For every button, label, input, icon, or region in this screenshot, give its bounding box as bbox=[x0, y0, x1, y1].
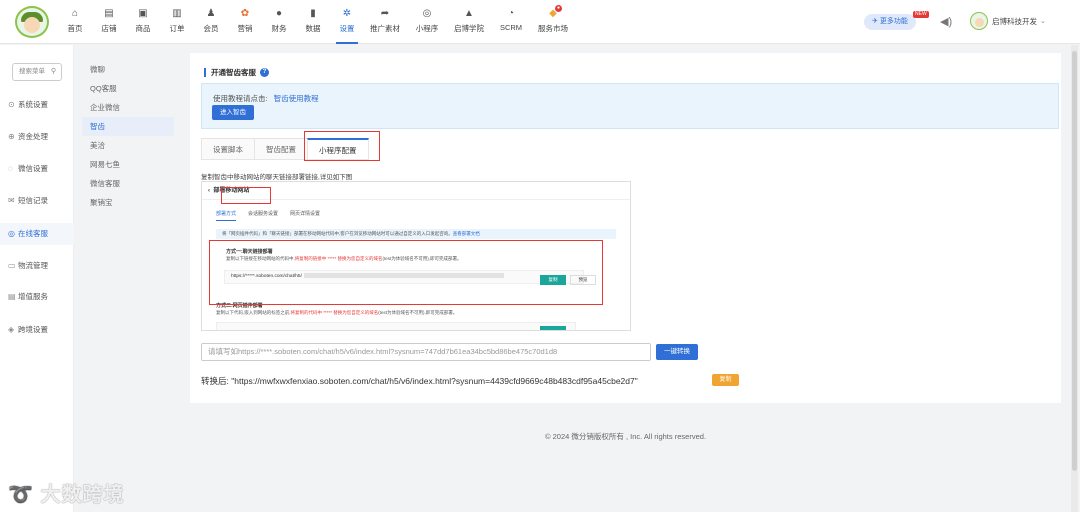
truck-icon: ▭ bbox=[8, 261, 16, 270]
submenu-item-active[interactable]: 智齿 bbox=[82, 117, 174, 136]
convert-button[interactable]: 一键转换 bbox=[656, 344, 698, 360]
nav-scrm[interactable]: ◔ SCRM bbox=[490, 0, 532, 44]
tab-mini-program-config[interactable]: 小程序配置 bbox=[307, 138, 369, 160]
submenu-item[interactable]: 美洽 bbox=[82, 136, 174, 155]
example-preview-button: 预览 bbox=[570, 275, 596, 285]
notification-badge: ● bbox=[555, 5, 563, 12]
store-icon: ▤ bbox=[104, 8, 114, 19]
user-menu[interactable]: 启博科技开发 ⌄ bbox=[970, 12, 1046, 30]
example-copy-button: 复制 bbox=[540, 275, 566, 285]
nav-service-market[interactable]: ◆ 服务市场 ● bbox=[532, 0, 574, 44]
marketing-icon: ✿ bbox=[240, 8, 250, 19]
sidebar-item-logistics[interactable]: ▭ 物流管理 bbox=[0, 255, 74, 277]
search-icon: ⚲ bbox=[50, 68, 56, 75]
submenu-item[interactable]: QQ客服 bbox=[82, 79, 174, 98]
submenu-item[interactable]: 聚销宝 bbox=[82, 193, 174, 212]
sidebar: 搜索菜单 ⚲ ⊙ 系统设置 ⊕ 资金处理 ◌ 微信设置 ✉ 短信记录 ◎ 在线客服 ▭ 物流管… bbox=[0, 45, 74, 512]
order-icon: ▥ bbox=[172, 8, 182, 19]
copy-button[interactable]: 复制 bbox=[712, 374, 739, 386]
converted-result: 转换后: "https://mwfxwxfenxiao.soboten.com/… bbox=[201, 376, 638, 386]
sidebar-item-cross-border[interactable]: ◈ 跨境设置 bbox=[0, 319, 74, 341]
wechat-icon: ◌ bbox=[8, 164, 13, 173]
example-method2-desc: 复制以下代码,嵌入到网站的标签之前,将复制的代码中 ***** 替换为您自定义的… bbox=[216, 310, 458, 315]
example-method2-title: 方式二:网页插件部署 bbox=[216, 303, 263, 309]
example-screenshot: ‹ 部署移动网站 部署方式 会话服务设置 网页详情设置 将「网页插件代码」和「聊… bbox=[201, 181, 631, 331]
footer-copyright: © 2024 微分销版权所有 , Inc. All rights reserve… bbox=[545, 432, 706, 441]
config-tabs: 设置脚本 智齿配置 小程序配置 bbox=[201, 138, 369, 162]
finance-icon: ● bbox=[275, 8, 283, 19]
user-name: 启博科技开发 bbox=[992, 16, 1037, 26]
top-navigation-bar: ⌂ 首页 ▤ 店铺 ▣ 商品 ▥ 订单 ♟ 会员 ✿ 营销 ● 财务 ▮ 数据 ✲ 设置 ➦ 推广素… bbox=[0, 0, 1080, 44]
money-icon: ⊕ bbox=[8, 132, 15, 141]
chart-icon: ▤ bbox=[8, 292, 16, 301]
tutorial-link[interactable]: 智齿使用教程 bbox=[274, 94, 319, 103]
share-icon: ➦ bbox=[380, 8, 390, 19]
avatar bbox=[970, 12, 988, 30]
example-method1-desc: 复制以下链接在移动网站的代码中,将复制的链接中 ***** 替换为您自定义的域名… bbox=[226, 256, 462, 261]
url-input[interactable]: 请填写如https://****.soboten.com/chat/h5/v6/… bbox=[201, 343, 651, 361]
instruction-caption: 复制智齿中移动网站的聊天链接部署链接,详见如下图 bbox=[201, 174, 353, 181]
nav-academy[interactable]: ▲ 启博学院 bbox=[448, 0, 490, 44]
member-icon: ♟ bbox=[206, 8, 216, 19]
globe-icon: ◈ bbox=[8, 325, 15, 334]
sidebar-item-funds[interactable]: ⊕ 资金处理 bbox=[0, 126, 74, 148]
submenu-item[interactable]: 微信客服 bbox=[82, 174, 174, 193]
nav-promo-material[interactable]: ➦ 推广素材 bbox=[364, 0, 406, 44]
mini-program-icon: ◎ bbox=[422, 8, 432, 19]
more-features-button[interactable]: ✈ 更多功能 bbox=[864, 14, 916, 30]
mail-icon: ✉ bbox=[8, 196, 15, 205]
nav-finance[interactable]: ● 财务 bbox=[262, 0, 296, 44]
nav-members[interactable]: ♟ 会员 bbox=[194, 0, 228, 44]
example-url-row: https://*****.soboten.com/chat/h5/ bbox=[224, 270, 584, 284]
sidebar-item-sms[interactable]: ✉ 短信记录 bbox=[0, 190, 74, 212]
submenu-item[interactable]: 微聊 bbox=[82, 60, 174, 79]
nav-store[interactable]: ▤ 店铺 bbox=[92, 0, 126, 44]
online-service-submenu: 微聊 QQ客服 企业微信 智齿 美洽 网易七鱼 微信客服 聚销宝 bbox=[82, 60, 174, 212]
main-panel: 开通智齿客服? 使用教程请点击: 智齿使用教程 进入智齿 设置脚本 智齿配置 小程… bbox=[190, 53, 1061, 403]
sidebar-item-wechat[interactable]: ◌ 微信设置 bbox=[0, 158, 74, 180]
home-icon: ⌂ bbox=[71, 8, 79, 19]
headset-icon: ◎ bbox=[8, 229, 15, 238]
tab-script[interactable]: 设置脚本 bbox=[201, 138, 255, 160]
pie-chart-icon: ◔ bbox=[507, 8, 515, 19]
speaker-icon[interactable]: ◀) bbox=[940, 15, 952, 28]
nav-home[interactable]: ⌂ 首页 bbox=[58, 0, 92, 44]
graduation-cap-icon: ▲ bbox=[464, 8, 474, 19]
nav-settings[interactable]: ✲ 设置 bbox=[330, 0, 364, 44]
new-badge: NEW bbox=[913, 11, 929, 18]
brand-logo[interactable] bbox=[15, 6, 49, 38]
example-header: ‹ 部署移动网站 bbox=[202, 182, 630, 200]
main-nav: ⌂ 首页 ▤ 店铺 ▣ 商品 ▥ 订单 ♟ 会员 ✿ 营销 ● 财务 ▮ 数据 ✲ 设置 ➦ 推广素… bbox=[58, 0, 574, 44]
menu-search-input[interactable]: 搜索菜单 ⚲ bbox=[12, 63, 62, 81]
sidebar-item-value-added[interactable]: ▤ 增值服务 bbox=[0, 286, 74, 308]
info-notice: 使用教程请点击: 智齿使用教程 进入智齿 bbox=[201, 83, 1059, 129]
nav-orders[interactable]: ▥ 订单 bbox=[160, 0, 194, 44]
chevron-down-icon: ⌄ bbox=[1040, 18, 1046, 25]
enter-zhichi-button[interactable]: 进入智齿 bbox=[212, 105, 254, 120]
diamond-icon: ◆ bbox=[549, 8, 557, 19]
example-method1-title: 方式一:聊天链接部署 bbox=[226, 249, 273, 255]
nav-data[interactable]: ▮ 数据 bbox=[296, 0, 330, 44]
sidebar-item-online-service[interactable]: ◎ 在线客服 bbox=[0, 223, 74, 245]
nav-mini-program[interactable]: ◎ 小程序 bbox=[406, 0, 448, 44]
nav-marketing[interactable]: ✿ 营销 bbox=[228, 0, 262, 44]
tab-zhichi-config[interactable]: 智齿配置 bbox=[254, 138, 308, 160]
watermark: ➰ 大数跨境 bbox=[8, 484, 125, 506]
submenu-item[interactable]: 网易七鱼 bbox=[82, 155, 174, 174]
gear-icon: ✲ bbox=[342, 8, 352, 19]
gear-icon: ⊙ bbox=[8, 100, 15, 109]
scrollbar[interactable] bbox=[1071, 45, 1078, 512]
example-tabs: 部署方式 会话服务设置 网页详情设置 bbox=[216, 210, 332, 221]
help-icon[interactable]: ? bbox=[260, 68, 269, 77]
page-title: 开通智齿客服? bbox=[204, 68, 269, 77]
example-notice: 将「网页插件代码」和「聊天链接」部署在移动网站代码中,客户在浏览移动网站时可以通… bbox=[216, 229, 616, 239]
product-icon: ▣ bbox=[138, 8, 148, 19]
submenu-item[interactable]: 企业微信 bbox=[82, 98, 174, 117]
nav-products[interactable]: ▣ 商品 bbox=[126, 0, 160, 44]
sidebar-item-system-settings[interactable]: ⊙ 系统设置 bbox=[0, 94, 74, 116]
chart-icon: ▮ bbox=[310, 8, 316, 19]
